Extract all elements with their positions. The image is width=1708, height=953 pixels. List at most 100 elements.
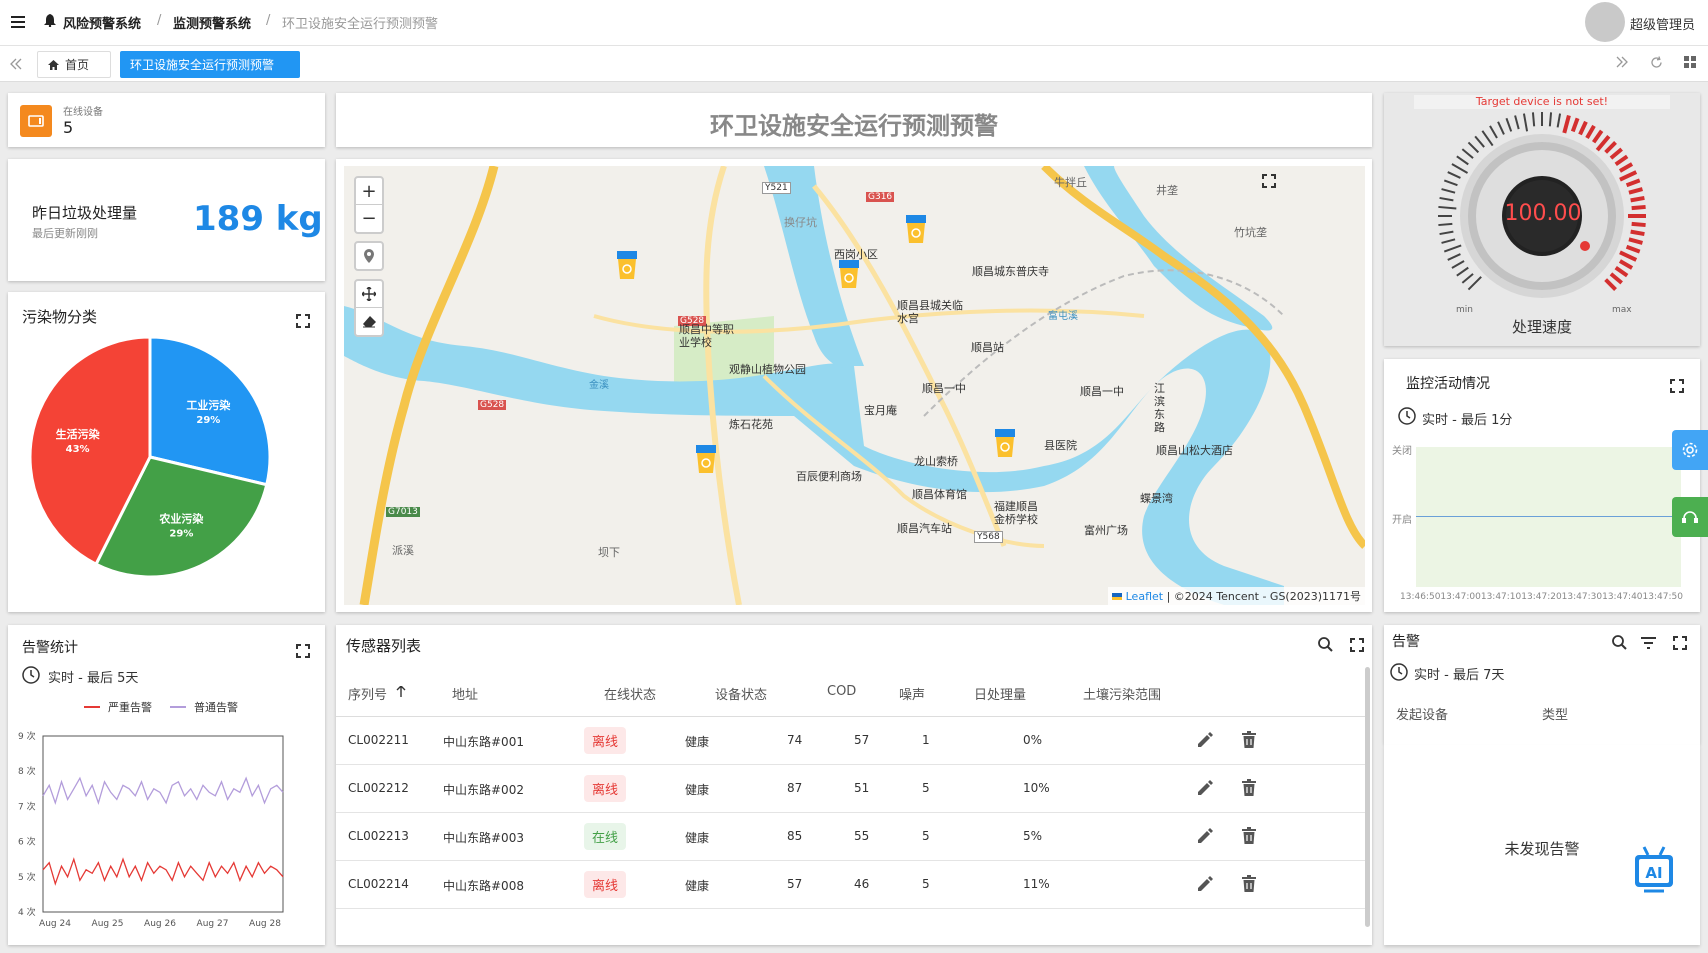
gauge-tick: [1631, 204, 1646, 211]
col-header-serial[interactable]: 序列号: [348, 684, 387, 703]
map-fullscreen-icon[interactable]: [1262, 174, 1276, 188]
x-tick-label: Aug 28: [249, 919, 281, 929]
gauge-tick: [1548, 112, 1553, 127]
cell-address: 中山东路#003: [443, 831, 524, 845]
search-icon[interactable]: [1318, 637, 1333, 652]
gauge-tick: [1628, 237, 1643, 245]
pie-label: 生活污染: [56, 427, 101, 441]
map-label: 坝下: [598, 546, 620, 559]
map-label: 顺昌城东普庆寺: [972, 265, 1049, 278]
support-button[interactable]: [1672, 497, 1708, 537]
user-name[interactable]: 超级管理员: [1630, 14, 1695, 33]
trash-marker[interactable]: [994, 429, 1016, 459]
zoom-in-button[interactable]: +: [356, 178, 382, 205]
monitor-line: [1416, 516, 1681, 517]
gauge-tick: [1439, 230, 1454, 236]
trash-marker[interactable]: [905, 215, 927, 245]
edit-icon[interactable]: [1196, 779, 1214, 797]
eraser-icon[interactable]: [356, 308, 382, 335]
cell-device-status: 健康: [685, 735, 710, 749]
scroll-right-icon[interactable]: [1616, 56, 1628, 68]
tab-current[interactable]: 环卫设施安全运行预测预警: [120, 51, 300, 78]
gauge-value: 100.00: [1504, 201, 1582, 226]
col-header-address[interactable]: 地址: [452, 684, 478, 703]
road-label: G316: [866, 192, 895, 202]
edit-icon[interactable]: [1196, 827, 1214, 845]
col-header-daily[interactable]: 日处理量: [974, 684, 1026, 703]
gauge-tick: [1456, 266, 1469, 277]
map-label: 顺昌站: [971, 341, 1004, 354]
gauge-tick: [1451, 260, 1465, 269]
col-header-noise[interactable]: 噪声: [899, 684, 925, 703]
clock-icon: [1398, 407, 1416, 425]
fullscreen-icon[interactable]: [296, 314, 310, 328]
table-row[interactable]: CL002211 中山东路#001 健康 74 57 1 0% 离线: [336, 717, 1366, 765]
ai-assistant-icon[interactable]: AI: [1632, 845, 1676, 897]
fullscreen-icon[interactable]: [1670, 379, 1684, 393]
map-label: 换仔坑: [784, 216, 817, 229]
gauge-tick: [1447, 171, 1461, 179]
gauge-tick: [1625, 244, 1641, 254]
delete-icon[interactable]: [1242, 827, 1256, 844]
legend-swatch: [84, 706, 100, 708]
breadcrumb-level2[interactable]: 监测预警系统: [173, 13, 251, 32]
trash-marker[interactable]: [616, 251, 638, 281]
filter-icon[interactable]: [1641, 637, 1656, 649]
gauge-tick: [1441, 238, 1456, 244]
fullscreen-icon[interactable]: [1673, 636, 1687, 650]
trash-marker[interactable]: [838, 260, 860, 290]
table-scrollbar[interactable]: [1365, 667, 1370, 927]
zoom-out-button[interactable]: −: [356, 205, 382, 232]
trash-marker[interactable]: [695, 445, 717, 475]
grid-icon[interactable]: [1684, 56, 1696, 68]
gauge-tick: [1556, 113, 1562, 128]
menu-icon[interactable]: [10, 14, 26, 30]
scroll-left-icon[interactable]: [8, 56, 24, 72]
table-row[interactable]: CL002212 中山东路#002 健康 87 51 5 10% 离线: [336, 765, 1366, 813]
map[interactable]: Y521 G316 G528 G528 G7013 Y568 牛拌丘 井垄 竹坑…: [344, 166, 1365, 605]
home-icon: [48, 59, 59, 70]
delete-icon[interactable]: [1242, 731, 1256, 748]
col-header-cod[interactable]: COD: [827, 684, 856, 699]
edit-icon[interactable]: [1196, 731, 1214, 749]
table-row[interactable]: CL002214 中山东路#008 健康 57 46 5 11% 离线: [336, 861, 1366, 909]
map-label: 顺昌一中: [1080, 385, 1124, 398]
edit-icon[interactable]: [1196, 875, 1214, 893]
cell-serial: CL002214: [348, 877, 409, 891]
y-tick-label: 9 次: [18, 730, 36, 742]
road-label: Y568: [974, 531, 1003, 543]
refresh-icon[interactable]: [1650, 56, 1663, 69]
top-bar: 风险预警系统 / 监测预警系统 / 环卫设施安全运行预测预警 超级管理员: [0, 0, 1708, 46]
move-icon[interactable]: [356, 281, 382, 308]
cell-serial: CL002213: [348, 829, 409, 843]
map-attribution: Leaflet | ©2024 Tencent - GS(2023)1171号: [1108, 587, 1365, 605]
x-tick-label: Aug 26: [144, 919, 176, 929]
gauge-tick: [1631, 221, 1646, 228]
fullscreen-icon[interactable]: [296, 644, 310, 658]
gauge-tick: [1578, 120, 1588, 136]
gauge-tick: [1619, 250, 1638, 262]
col-header-device-status[interactable]: 设备状态: [715, 684, 767, 703]
locate-icon[interactable]: [354, 241, 384, 271]
gauge-tick: [1467, 276, 1482, 291]
map-label: 竹坑垄: [1234, 226, 1267, 239]
col-header-soil[interactable]: 土壤污染范围: [1083, 684, 1161, 703]
sort-arrow-up-icon[interactable]: [396, 686, 406, 697]
col-header-online[interactable]: 在线状态: [604, 684, 656, 703]
alarms-col-device[interactable]: 发起设备: [1396, 704, 1448, 723]
delete-icon[interactable]: [1242, 875, 1256, 892]
tab-home[interactable]: 首页: [37, 51, 111, 78]
gauge-tick: [1628, 187, 1643, 195]
alarms-col-type[interactable]: 类型: [1542, 704, 1568, 723]
gauge-tick: [1447, 253, 1461, 261]
avatar[interactable]: [1585, 2, 1625, 42]
settings-button[interactable]: [1672, 430, 1708, 470]
leaflet-link[interactable]: Leaflet: [1126, 590, 1163, 603]
fullscreen-icon[interactable]: [1350, 638, 1364, 652]
table-row[interactable]: CL002213 中山东路#003 健康 85 55 5 5% 在线: [336, 813, 1366, 861]
delete-icon[interactable]: [1242, 779, 1256, 796]
gauge-tick: [1614, 154, 1629, 167]
search-icon[interactable]: [1612, 635, 1627, 650]
breadcrumb-root[interactable]: 风险预警系统: [63, 13, 141, 32]
gauge-tick: [1562, 115, 1571, 134]
